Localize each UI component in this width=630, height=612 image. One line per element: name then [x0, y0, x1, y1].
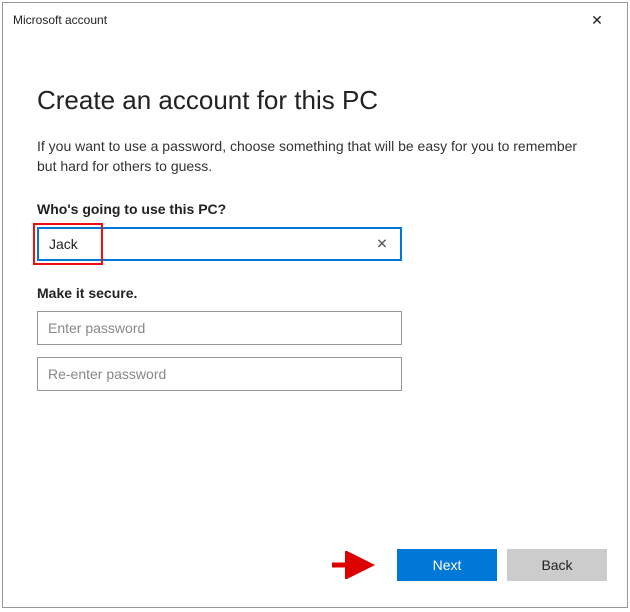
dialog-window: Microsoft account ✕ Create an account fo…	[2, 2, 628, 608]
annotation-arrow-icon	[330, 551, 380, 579]
password-confirm-input[interactable]	[37, 357, 402, 391]
password-confirm-row	[37, 357, 593, 391]
username-section-label: Who's going to use this PC?	[37, 201, 593, 217]
back-button[interactable]: Back	[507, 549, 607, 581]
footer-buttons: Next Back	[397, 549, 607, 581]
titlebar: Microsoft account ✕	[3, 3, 627, 35]
page-heading: Create an account for this PC	[37, 85, 593, 116]
close-icon: ✕	[591, 12, 603, 29]
clear-input-button[interactable]: ✕	[372, 235, 392, 252]
close-button[interactable]: ✕	[577, 6, 617, 34]
content-area: Create an account for this PC If you wan…	[3, 35, 627, 391]
password-row	[37, 311, 593, 345]
next-button[interactable]: Next	[397, 549, 497, 581]
username-input[interactable]	[37, 227, 402, 261]
password-section-label: Make it secure.	[37, 285, 593, 301]
window-title: Microsoft account	[13, 13, 107, 27]
username-row: ✕	[37, 227, 593, 261]
clear-icon: ✕	[376, 235, 388, 251]
password-input[interactable]	[37, 311, 402, 345]
page-description: If you want to use a password, choose so…	[37, 136, 593, 177]
